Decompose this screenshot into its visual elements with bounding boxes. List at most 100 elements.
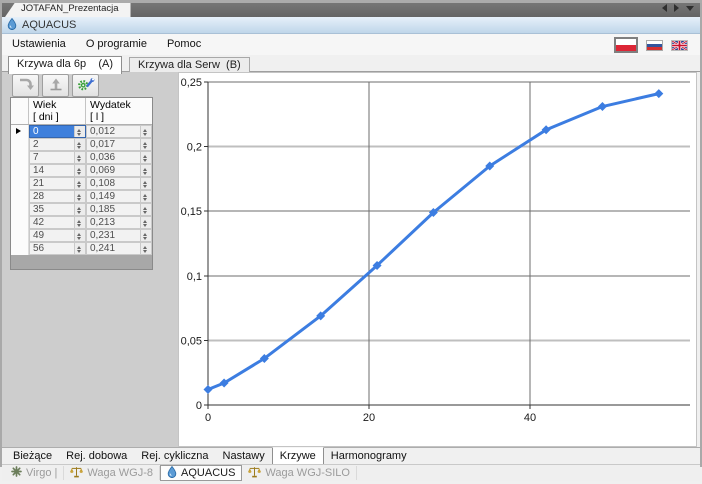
spin-down-icon[interactable] (141, 249, 151, 255)
row-selector[interactable] (11, 138, 29, 151)
curve-tools-button[interactable] (72, 74, 99, 97)
spin-down-icon[interactable] (75, 132, 85, 138)
spinner-buttons[interactable] (140, 230, 151, 241)
row-selector[interactable] (11, 177, 29, 190)
wiek-cell[interactable]: 7 (29, 151, 86, 164)
scroll-left-icon[interactable] (662, 4, 667, 12)
spinner-buttons[interactable] (140, 191, 151, 202)
spinner-buttons[interactable] (140, 243, 151, 254)
spin-down-icon[interactable] (141, 132, 151, 138)
menu-pomoc[interactable]: Pomoc (157, 34, 211, 55)
tab-krzywa-b[interactable]: Krzywa dla Serw (B) (129, 57, 250, 72)
row-selector[interactable] (11, 216, 29, 229)
language-flags (614, 37, 688, 53)
wiek-cell[interactable]: 2 (29, 138, 86, 151)
wydatek-cell[interactable]: 0,036 (86, 151, 152, 164)
spin-down-icon[interactable] (141, 236, 151, 242)
bottom-tab-bieżące[interactable]: Bieżące (6, 448, 59, 464)
wydatek-cell[interactable]: 0,149 (86, 190, 152, 203)
english-flag-icon[interactable] (671, 40, 688, 51)
scroll-right-icon[interactable] (674, 4, 679, 12)
row-selector[interactable] (11, 151, 29, 164)
taskbar-item-virgo[interactable]: Virgo | (5, 466, 64, 480)
row-selector[interactable] (11, 203, 29, 216)
spin-down-icon[interactable] (141, 223, 151, 229)
row-selector[interactable] (11, 229, 29, 242)
bottom-tab-krzywe[interactable]: Krzywe (272, 447, 324, 465)
spinner-buttons[interactable] (74, 126, 85, 137)
spinner-buttons[interactable] (140, 178, 151, 189)
spinner-buttons[interactable] (74, 230, 85, 241)
spinner-buttons[interactable] (140, 217, 151, 228)
col-header-wiek: Wiek[ dni ] (29, 98, 86, 124)
spinner-buttons[interactable] (140, 126, 151, 137)
spinner-buttons[interactable] (140, 204, 151, 215)
tab-krzywa-a[interactable]: Krzywa dla 6p (A) (8, 56, 122, 74)
menu-ustawienia[interactable]: Ustawienia (2, 34, 76, 55)
spin-down-icon[interactable] (141, 210, 151, 216)
spin-down-icon[interactable] (75, 184, 85, 190)
spinner-buttons[interactable] (74, 152, 85, 163)
row-selector[interactable] (11, 190, 29, 203)
wiek-cell[interactable]: 49 (29, 229, 86, 242)
wydatek-cell[interactable]: 0,241 (86, 242, 152, 255)
row-selector[interactable] (11, 164, 29, 177)
mdi-tab-jotafan[interactable]: JOTAFAN_Prezentacja (5, 1, 131, 17)
spinner-buttons[interactable] (140, 152, 151, 163)
polish-flag-icon[interactable] (614, 37, 638, 53)
bottom-tab-nastawy[interactable]: Nastawy (216, 448, 272, 464)
svg-text:0,15: 0,15 (181, 206, 202, 218)
spinner-buttons[interactable] (140, 165, 151, 176)
wiek-cell[interactable]: 21 (29, 177, 86, 190)
send-curve-up-button[interactable] (42, 74, 69, 97)
spin-down-icon[interactable] (75, 197, 85, 203)
wydatek-cell[interactable]: 0,069 (86, 164, 152, 177)
spin-down-icon[interactable] (141, 197, 151, 203)
spinner-buttons[interactable] (74, 204, 85, 215)
wiek-cell[interactable]: 28 (29, 190, 86, 203)
spin-down-icon[interactable] (75, 236, 85, 242)
chevron-down-icon[interactable] (686, 6, 694, 11)
bottom-tab-rej-cykliczna[interactable]: Rej. cykliczna (134, 448, 215, 464)
wiek-cell[interactable]: 14 (29, 164, 86, 177)
spin-down-icon[interactable] (141, 171, 151, 177)
wiek-cell[interactable]: 42 (29, 216, 86, 229)
wydatek-cell[interactable]: 0,017 (86, 138, 152, 151)
menu-o-programie[interactable]: O programie (76, 34, 157, 55)
spin-down-icon[interactable] (75, 249, 85, 255)
spinner-buttons[interactable] (74, 139, 85, 150)
taskbar-item-aquacus[interactable]: AQUACUS (160, 465, 242, 481)
bottom-tab-rej-dobowa[interactable]: Rej. dobowa (59, 448, 134, 464)
spinner-buttons[interactable] (74, 178, 85, 189)
spin-down-icon[interactable] (75, 171, 85, 177)
curve-points-table: Wiek[ dni ] Wydatek[ l ] 00,01220,01770,… (10, 97, 153, 270)
wiek-cell[interactable]: 56 (29, 242, 86, 255)
spin-down-icon[interactable] (141, 145, 151, 151)
copy-curve-down-button[interactable] (12, 74, 39, 97)
spinner-buttons[interactable] (74, 191, 85, 202)
spin-down-icon[interactable] (75, 158, 85, 164)
spin-down-icon[interactable] (141, 184, 151, 190)
wiek-cell[interactable]: 0 (29, 125, 86, 138)
spin-down-icon[interactable] (75, 145, 85, 151)
taskbar-item-waga-wgj-silo[interactable]: Waga WGJ-SILO (242, 466, 357, 480)
wydatek-cell[interactable]: 0,231 (86, 229, 152, 242)
spinner-buttons[interactable] (74, 243, 85, 254)
taskbar-item-waga-wgj-8[interactable]: Waga WGJ-8 (64, 466, 160, 480)
row-selector[interactable] (11, 242, 29, 255)
mdi-nav-arrows (662, 4, 694, 12)
wydatek-cell[interactable]: 0,108 (86, 177, 152, 190)
spin-down-icon[interactable] (75, 223, 85, 229)
spin-down-icon[interactable] (75, 210, 85, 216)
spinner-buttons[interactable] (74, 165, 85, 176)
wiek-cell[interactable]: 35 (29, 203, 86, 216)
wydatek-cell[interactable]: 0,012 (86, 125, 152, 138)
wydatek-cell[interactable]: 0,213 (86, 216, 152, 229)
bottom-tab-harmonogramy[interactable]: Harmonogramy (324, 448, 414, 464)
spinner-buttons[interactable] (140, 139, 151, 150)
russian-flag-icon[interactable] (646, 40, 663, 51)
wydatek-cell[interactable]: 0,185 (86, 203, 152, 216)
spin-down-icon[interactable] (141, 158, 151, 164)
spinner-buttons[interactable] (74, 217, 85, 228)
row-selector[interactable] (11, 125, 29, 138)
